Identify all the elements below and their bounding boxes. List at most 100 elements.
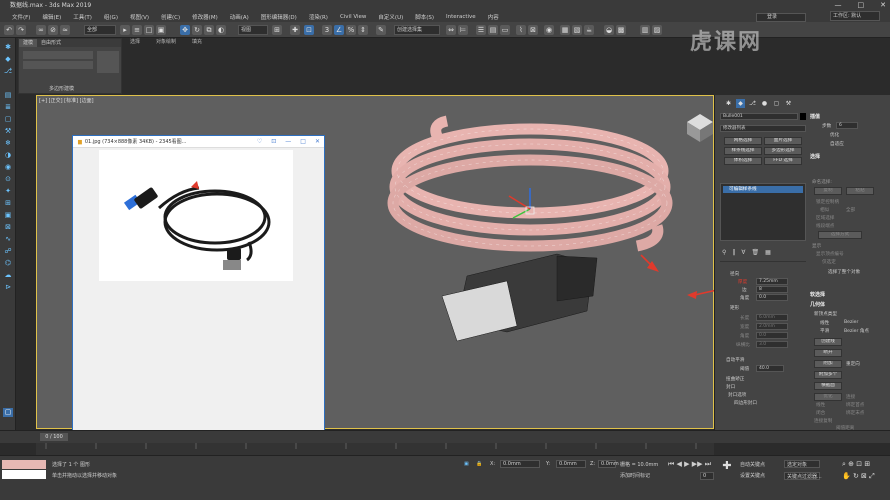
maxscript-input[interactable] bbox=[2, 470, 46, 479]
shape-icon[interactable]: ◑ bbox=[3, 151, 13, 160]
cross-section-button[interactable]: 横截面 bbox=[814, 382, 842, 390]
viewer-maximize-button[interactable]: □ bbox=[300, 138, 306, 145]
named-selection-dropdown[interactable]: 创建选择集 bbox=[394, 25, 440, 35]
show-vertex-numbers-checkbox[interactable]: 显示顶点编号 bbox=[816, 251, 844, 257]
bones-icon[interactable]: ⌬ bbox=[3, 259, 13, 268]
rendered-frame-icon[interactable]: ▧ bbox=[572, 25, 582, 35]
modifier-stack[interactable]: 可编辑样条线 bbox=[720, 183, 806, 241]
viewer-close-button[interactable]: ✕ bbox=[315, 138, 320, 145]
stack-item-editable-spline[interactable]: 可编辑样条线 bbox=[723, 186, 803, 193]
render-setup-icon[interactable]: ▦ bbox=[560, 25, 570, 35]
keyboard-shortcut-icon[interactable]: ⊡ bbox=[304, 25, 314, 35]
x-coordinate-field[interactable]: 0.0mm bbox=[500, 460, 540, 468]
soft-selection-rollout[interactable]: 软选择 bbox=[810, 291, 825, 298]
create-icon[interactable]: ✱ bbox=[3, 43, 13, 52]
menu-views[interactable]: 视图(V) bbox=[124, 13, 155, 21]
create-line-button[interactable]: 创建线 bbox=[814, 338, 842, 346]
bezier-corner-radio[interactable]: Bezier 角点 bbox=[844, 328, 869, 334]
display-tab-icon[interactable]: ▢ bbox=[772, 99, 781, 108]
refine-button[interactable]: 优化 bbox=[814, 393, 842, 401]
key-filters-button[interactable]: 关键点过滤器... bbox=[784, 472, 822, 480]
link-icon[interactable]: ∞ bbox=[36, 25, 46, 35]
utilities-icon[interactable]: ⚒ bbox=[3, 127, 13, 136]
rotate-icon[interactable]: ↻ bbox=[192, 25, 202, 35]
ribbon-tab-populate[interactable]: 填充 bbox=[184, 38, 210, 46]
manipulate-icon[interactable]: ✚ bbox=[290, 25, 300, 35]
expand-icon[interactable]: ⊳ bbox=[3, 283, 13, 292]
systems-icon[interactable]: ☍ bbox=[3, 247, 13, 256]
menu-tools[interactable]: 工具(T) bbox=[67, 13, 98, 21]
ffd-select-button[interactable]: FFD 选择 bbox=[764, 157, 802, 165]
selection-lock-icon[interactable]: 🔒 bbox=[476, 461, 482, 467]
select-by-name-icon[interactable]: ≡ bbox=[132, 25, 142, 35]
bind-last-checkbox[interactable]: 绑定末点 bbox=[846, 410, 864, 416]
attach-mult-button[interactable]: 附加多个 bbox=[814, 371, 842, 379]
ribbon-tab-modeling[interactable]: 建模 bbox=[19, 39, 38, 47]
create-tab-icon[interactable]: ✱ bbox=[724, 99, 733, 108]
add-time-tag[interactable]: 添加时间标记 bbox=[620, 472, 650, 479]
z-coordinate-field[interactable]: 0.0mm bbox=[598, 460, 619, 468]
align-icon[interactable]: ⊨ bbox=[458, 25, 468, 35]
ribbon-edit-icon[interactable] bbox=[97, 51, 119, 73]
layer-explorer-icon[interactable]: ▤ bbox=[488, 25, 498, 35]
bind-first-checkbox[interactable]: 绑定首点 bbox=[846, 402, 864, 408]
closed-checkbox[interactable]: 闭合 bbox=[816, 410, 825, 416]
interpolation-rollout[interactable]: 插值 bbox=[810, 113, 820, 120]
optimize-checkbox[interactable]: 优化 bbox=[830, 132, 839, 138]
mirror-icon[interactable]: ⇔ bbox=[446, 25, 456, 35]
aspect-field[interactable]: 3.0 bbox=[756, 341, 788, 348]
pin-stack-icon[interactable]: ⚲ bbox=[722, 249, 726, 257]
toggle-scene-explorer-icon[interactable]: ☰ bbox=[476, 25, 486, 35]
break-button[interactable]: 断开 bbox=[814, 349, 842, 357]
modify-icon[interactable]: ◆ bbox=[3, 55, 13, 64]
area-select-checkbox[interactable]: 区域选择 bbox=[816, 215, 834, 221]
menu-edit[interactable]: 编辑(E) bbox=[36, 13, 67, 21]
width-field[interactable]: 2.0mm bbox=[756, 323, 788, 330]
thickness-field[interactable]: 7.25mm bbox=[756, 278, 788, 285]
angle-snap-icon[interactable]: ∠ bbox=[334, 25, 344, 35]
rect-angle-field[interactable]: 0.0 bbox=[756, 332, 788, 339]
selected-only-checkbox[interactable]: 仅选定 bbox=[822, 259, 836, 265]
set-key-button[interactable]: 设置关键点 bbox=[740, 472, 765, 479]
modifier-list-dropdown[interactable]: 修改器列表 bbox=[720, 125, 806, 132]
smooth-radio[interactable]: 平滑 bbox=[820, 328, 829, 334]
lock-handles-checkbox[interactable]: 锁定控制柄 bbox=[816, 199, 839, 205]
all-radio[interactable]: 全部 bbox=[846, 207, 855, 213]
ribbon-tab-freeform[interactable]: 自由形式 bbox=[37, 39, 65, 47]
viewport-layout-icon[interactable]: ▢ bbox=[3, 408, 13, 417]
ribbon-tools-row2[interactable] bbox=[23, 61, 93, 69]
layer-icon[interactable]: ≣ bbox=[3, 103, 13, 112]
quad-cap-checkbox[interactable]: 四边形封口 bbox=[734, 400, 757, 406]
window-crossing-icon[interactable]: ▣ bbox=[156, 25, 166, 35]
helpers-icon[interactable]: ⊠ bbox=[3, 223, 13, 232]
vol-select-button[interactable]: 体积选择 bbox=[724, 157, 762, 165]
make-unique-icon[interactable]: ∀ bbox=[741, 249, 745, 257]
y-coordinate-field[interactable]: 0.0mm bbox=[556, 460, 586, 468]
linear-radio[interactable]: 线性 bbox=[820, 320, 829, 326]
bind-spacewarp-icon[interactable]: ≈ bbox=[60, 25, 70, 35]
freeze-icon[interactable]: ❄ bbox=[3, 139, 13, 148]
spline-select-button[interactable]: 样条线选择 bbox=[724, 147, 762, 155]
menu-graph-editors[interactable]: 图形编辑器(D) bbox=[255, 13, 303, 21]
steps-field[interactable]: 6 bbox=[836, 122, 858, 129]
hide-icon[interactable]: ⊙ bbox=[3, 175, 13, 184]
hierarchy-icon[interactable]: ⎇ bbox=[3, 67, 13, 76]
geometry-rollout[interactable]: 几何体 bbox=[810, 301, 825, 308]
menu-scripting[interactable]: 脚本(S) bbox=[409, 13, 440, 21]
particles-icon[interactable]: ☁ bbox=[3, 271, 13, 280]
key-mode-dropdown[interactable]: 选定对象 bbox=[784, 460, 820, 468]
playback-controls[interactable]: ⏮ ◀ ▶ ▶▶ ⏭ bbox=[668, 460, 711, 469]
close-button[interactable]: ✕ bbox=[880, 0, 886, 11]
similar-radio[interactable]: 相似 bbox=[820, 207, 829, 213]
curve-editor-icon[interactable]: ⌇ bbox=[516, 25, 526, 35]
render-icon[interactable]: ☕ bbox=[584, 25, 594, 35]
menu-civil-view[interactable]: Civil View bbox=[334, 14, 372, 20]
rect-select-icon[interactable]: □ bbox=[144, 25, 154, 35]
current-frame-field[interactable]: 0 bbox=[700, 472, 714, 480]
length-field[interactable]: 6.0mm bbox=[756, 314, 788, 321]
motion-tab-icon[interactable]: ● bbox=[760, 99, 769, 108]
menu-customize[interactable]: 自定义(U) bbox=[372, 13, 409, 21]
bezier-radio[interactable]: Bezier bbox=[844, 320, 858, 325]
reorient-checkbox[interactable]: 重定向 bbox=[846, 361, 860, 367]
snap-icon[interactable]: 3 bbox=[322, 25, 332, 35]
